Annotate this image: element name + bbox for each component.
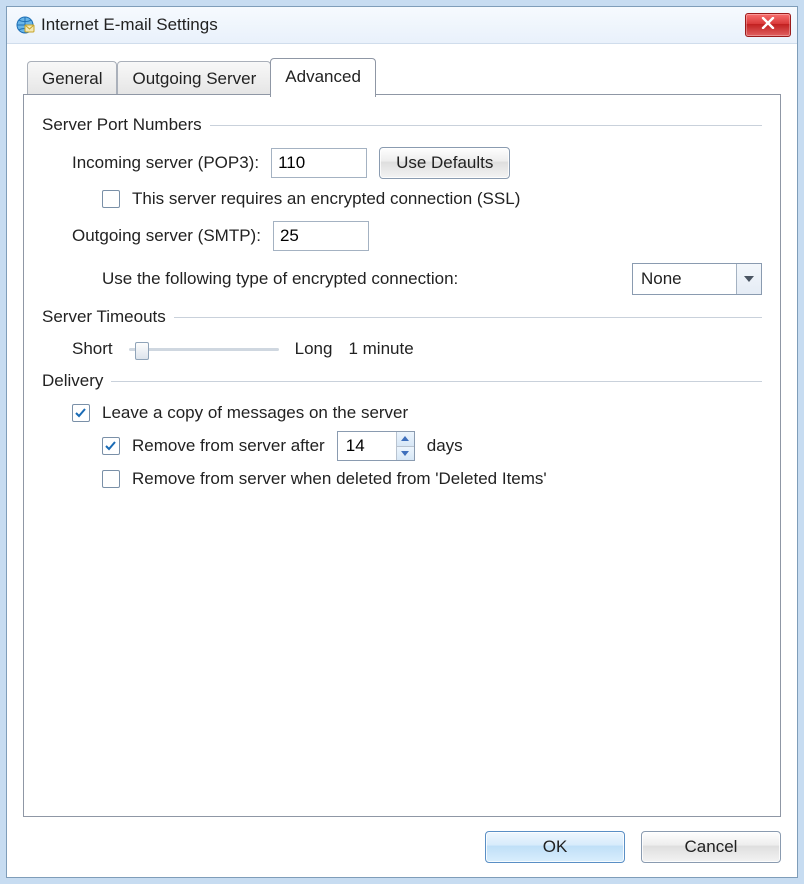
- close-icon: [761, 16, 775, 34]
- remove-when-deleted-label: Remove from server when deleted from 'De…: [132, 469, 547, 489]
- leave-copy-checkbox[interactable]: [72, 404, 90, 422]
- group-caption: Delivery: [42, 371, 103, 391]
- separator-line: [174, 317, 762, 318]
- close-button[interactable]: [745, 13, 791, 37]
- remove-after-checkbox[interactable]: [102, 437, 120, 455]
- encryption-type-value: None: [633, 264, 736, 294]
- title-bar-left: Internet E-mail Settings: [15, 15, 218, 35]
- slider-track: [129, 348, 279, 351]
- group-caption: Server Timeouts: [42, 307, 166, 327]
- window-title: Internet E-mail Settings: [41, 15, 218, 35]
- outgoing-port-input[interactable]: [273, 221, 369, 251]
- use-defaults-button[interactable]: Use Defaults: [379, 147, 510, 179]
- cancel-button[interactable]: Cancel: [641, 831, 781, 863]
- separator-line: [111, 381, 762, 382]
- client-area: General Outgoing Server Advanced Server …: [7, 44, 797, 877]
- group-delivery: Delivery Leave a copy of messages on the…: [42, 371, 762, 489]
- timeout-long-label: Long: [295, 339, 333, 359]
- email-globe-icon: [15, 15, 35, 35]
- days-label: days: [427, 436, 463, 456]
- chevron-down-icon: [744, 276, 754, 282]
- timeout-short-label: Short: [72, 339, 113, 359]
- spin-down-button[interactable]: [396, 446, 414, 461]
- tab-general[interactable]: General: [27, 61, 117, 95]
- group-server-timeouts: Server Timeouts Short Long 1 minute: [42, 307, 762, 359]
- separator-line: [210, 125, 762, 126]
- remove-after-days-input[interactable]: [338, 432, 396, 460]
- timeout-value: 1 minute: [348, 339, 413, 359]
- ok-button[interactable]: OK: [485, 831, 625, 863]
- remove-after-days-spinner[interactable]: [337, 431, 415, 461]
- incoming-server-label: Incoming server (POP3):: [72, 153, 259, 173]
- tab-advanced[interactable]: Advanced: [270, 58, 376, 97]
- remove-after-label: Remove from server after: [132, 436, 325, 456]
- spin-up-button[interactable]: [396, 432, 414, 446]
- incoming-port-input[interactable]: [271, 148, 367, 178]
- outgoing-server-label: Outgoing server (SMTP):: [72, 226, 261, 246]
- tab-strip: General Outgoing Server Advanced: [27, 56, 781, 95]
- ssl-label: This server requires an encrypted connec…: [132, 189, 520, 209]
- remove-when-deleted-checkbox[interactable]: [102, 470, 120, 488]
- advanced-panel: Server Port Numbers Incoming server (POP…: [23, 94, 781, 817]
- timeout-slider[interactable]: [129, 340, 279, 358]
- dropdown-button[interactable]: [736, 264, 761, 294]
- encryption-type-label: Use the following type of encrypted conn…: [102, 269, 458, 289]
- slider-thumb[interactable]: [135, 342, 149, 360]
- tab-outgoing-server[interactable]: Outgoing Server: [117, 61, 271, 95]
- group-server-port-numbers: Server Port Numbers Incoming server (POP…: [42, 115, 762, 295]
- title-bar: Internet E-mail Settings: [7, 7, 797, 44]
- encryption-type-select[interactable]: None: [632, 263, 762, 295]
- ssl-checkbox[interactable]: [102, 190, 120, 208]
- settings-dialog: Internet E-mail Settings General Outgoin…: [6, 6, 798, 878]
- chevron-up-icon: [401, 436, 409, 441]
- dialog-footer: OK Cancel: [23, 827, 781, 863]
- chevron-down-icon: [401, 451, 409, 456]
- leave-copy-label: Leave a copy of messages on the server: [102, 403, 408, 423]
- group-caption: Server Port Numbers: [42, 115, 202, 135]
